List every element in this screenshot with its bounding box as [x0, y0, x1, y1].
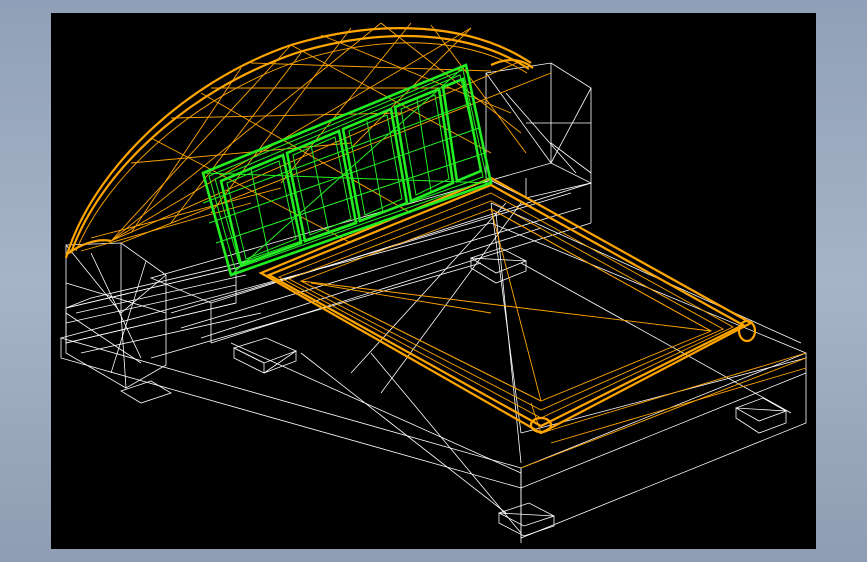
cad-viewport[interactable]: [51, 13, 816, 549]
foot-5: [120, 380, 172, 404]
foot-1: [232, 337, 298, 364]
application-frame: [0, 0, 867, 562]
wireframe-model: [59, 22, 808, 543]
left-post: [65, 242, 167, 389]
tray-structure: [258, 176, 807, 469]
